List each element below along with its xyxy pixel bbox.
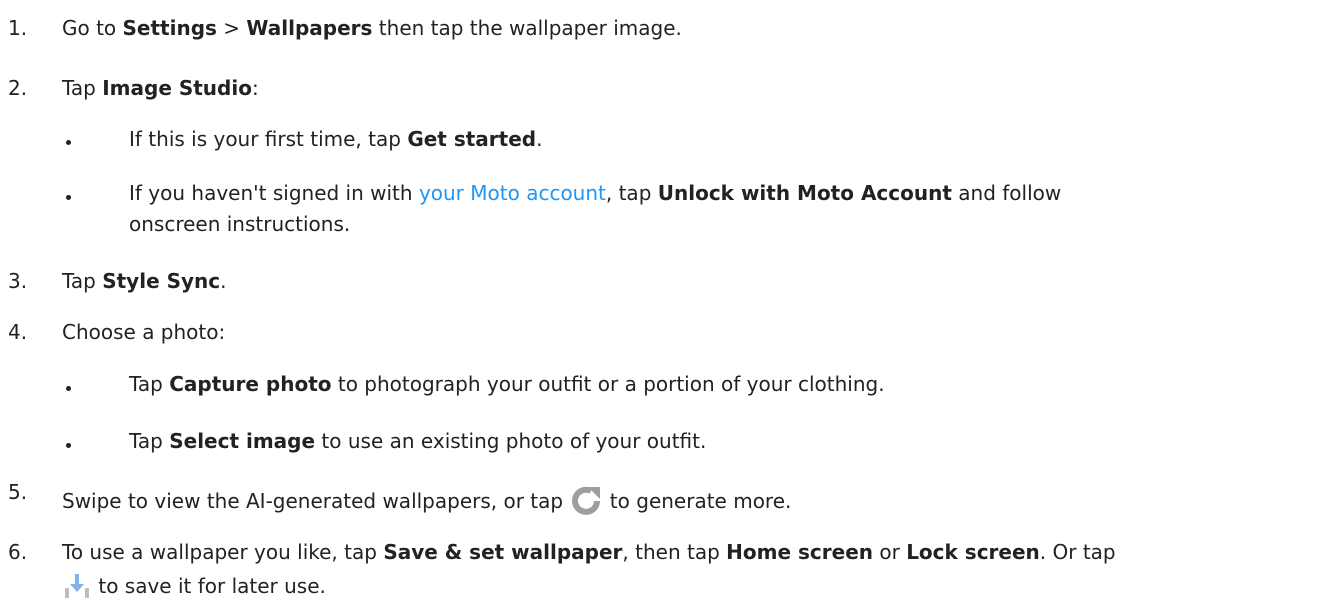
step-text: To use a wallpaper you like, tap xyxy=(62,540,384,564)
step-text: . Or tap xyxy=(1039,540,1116,564)
step-1-text: Go to Settings > Wallpapers then tap the… xyxy=(62,16,682,40)
step-bold: Image Studio xyxy=(102,76,252,100)
step-text: and follow xyxy=(951,181,1062,205)
sub-step-text: If this is your first time, tap Get star… xyxy=(129,127,542,151)
step-2-text: Tap Image Studio: xyxy=(62,76,259,100)
step-4-text: Choose a photo: xyxy=(62,320,226,344)
step-text: Go to xyxy=(62,16,123,40)
step-text: Tap xyxy=(62,76,103,100)
step-text: Swipe to view the AI-generated wallpaper… xyxy=(62,489,570,513)
download-icon xyxy=(62,570,92,605)
step-text: to photograph your outfit or a portion o… xyxy=(331,372,885,396)
step-5-text: Swipe to view the AI-generated wallpaper… xyxy=(62,485,791,520)
step-text: or xyxy=(873,540,907,564)
step-text: . xyxy=(220,269,227,293)
step-text: to use an existing photo of your outfit. xyxy=(315,429,707,453)
step-bold: Unlock with Moto Account xyxy=(657,181,952,205)
refresh-icon xyxy=(569,485,603,520)
sub-step-text: Tap Select image to use an existing phot… xyxy=(129,429,706,453)
step-bold: Capture photo xyxy=(169,372,332,396)
step-3-text: Tap Style Sync. xyxy=(62,269,227,293)
step-text: . xyxy=(536,127,543,151)
step-6-text-line2: to save it for later use. xyxy=(62,570,326,605)
sub-step-text-line2: onscreen instructions. xyxy=(129,212,351,236)
step-text: If you haven't signed in with xyxy=(129,181,419,205)
bullet xyxy=(66,386,71,391)
step-bold: Lock screen xyxy=(906,540,1040,564)
moto-account-link[interactable]: your Moto account xyxy=(419,181,606,205)
step-text: Tap xyxy=(62,269,103,293)
step-number: 6. xyxy=(8,540,28,564)
step-text: Tap xyxy=(129,429,170,453)
step-number: 4. xyxy=(8,320,28,344)
step-number: 2. xyxy=(8,76,28,100)
step-bold: Get started xyxy=(407,127,537,151)
step-text: > xyxy=(216,16,247,40)
step-bold: Save & set wallpaper xyxy=(383,540,623,564)
step-text: then tap the wallpaper image. xyxy=(372,16,682,40)
step-text: , tap xyxy=(605,181,658,205)
step-text: Tap xyxy=(129,372,170,396)
step-bold: Style Sync xyxy=(102,269,221,293)
step-text: , then tap xyxy=(622,540,727,564)
step-number: 5. xyxy=(8,480,28,504)
step-bold: Select image xyxy=(169,429,316,453)
step-number: 1. xyxy=(8,16,28,40)
step-bold: Home screen xyxy=(726,540,873,564)
step-text: to generate more. xyxy=(603,489,792,513)
step-text: to save it for later use. xyxy=(92,574,326,598)
step-text: If this is your first time, tap xyxy=(129,127,408,151)
step-bold: Wallpapers xyxy=(246,16,373,40)
step-text: : xyxy=(251,76,259,100)
bullet xyxy=(66,140,71,145)
bullet xyxy=(66,195,71,200)
step-6-text: To use a wallpaper you like, tap Save & … xyxy=(62,540,1116,564)
step-number: 3. xyxy=(8,269,28,293)
sub-step-text: Tap Capture photo to photograph your out… xyxy=(129,372,885,396)
bullet xyxy=(66,443,71,448)
step-bold: Settings xyxy=(122,16,217,40)
sub-step-text: If you haven't signed in with your Moto … xyxy=(129,181,1061,205)
